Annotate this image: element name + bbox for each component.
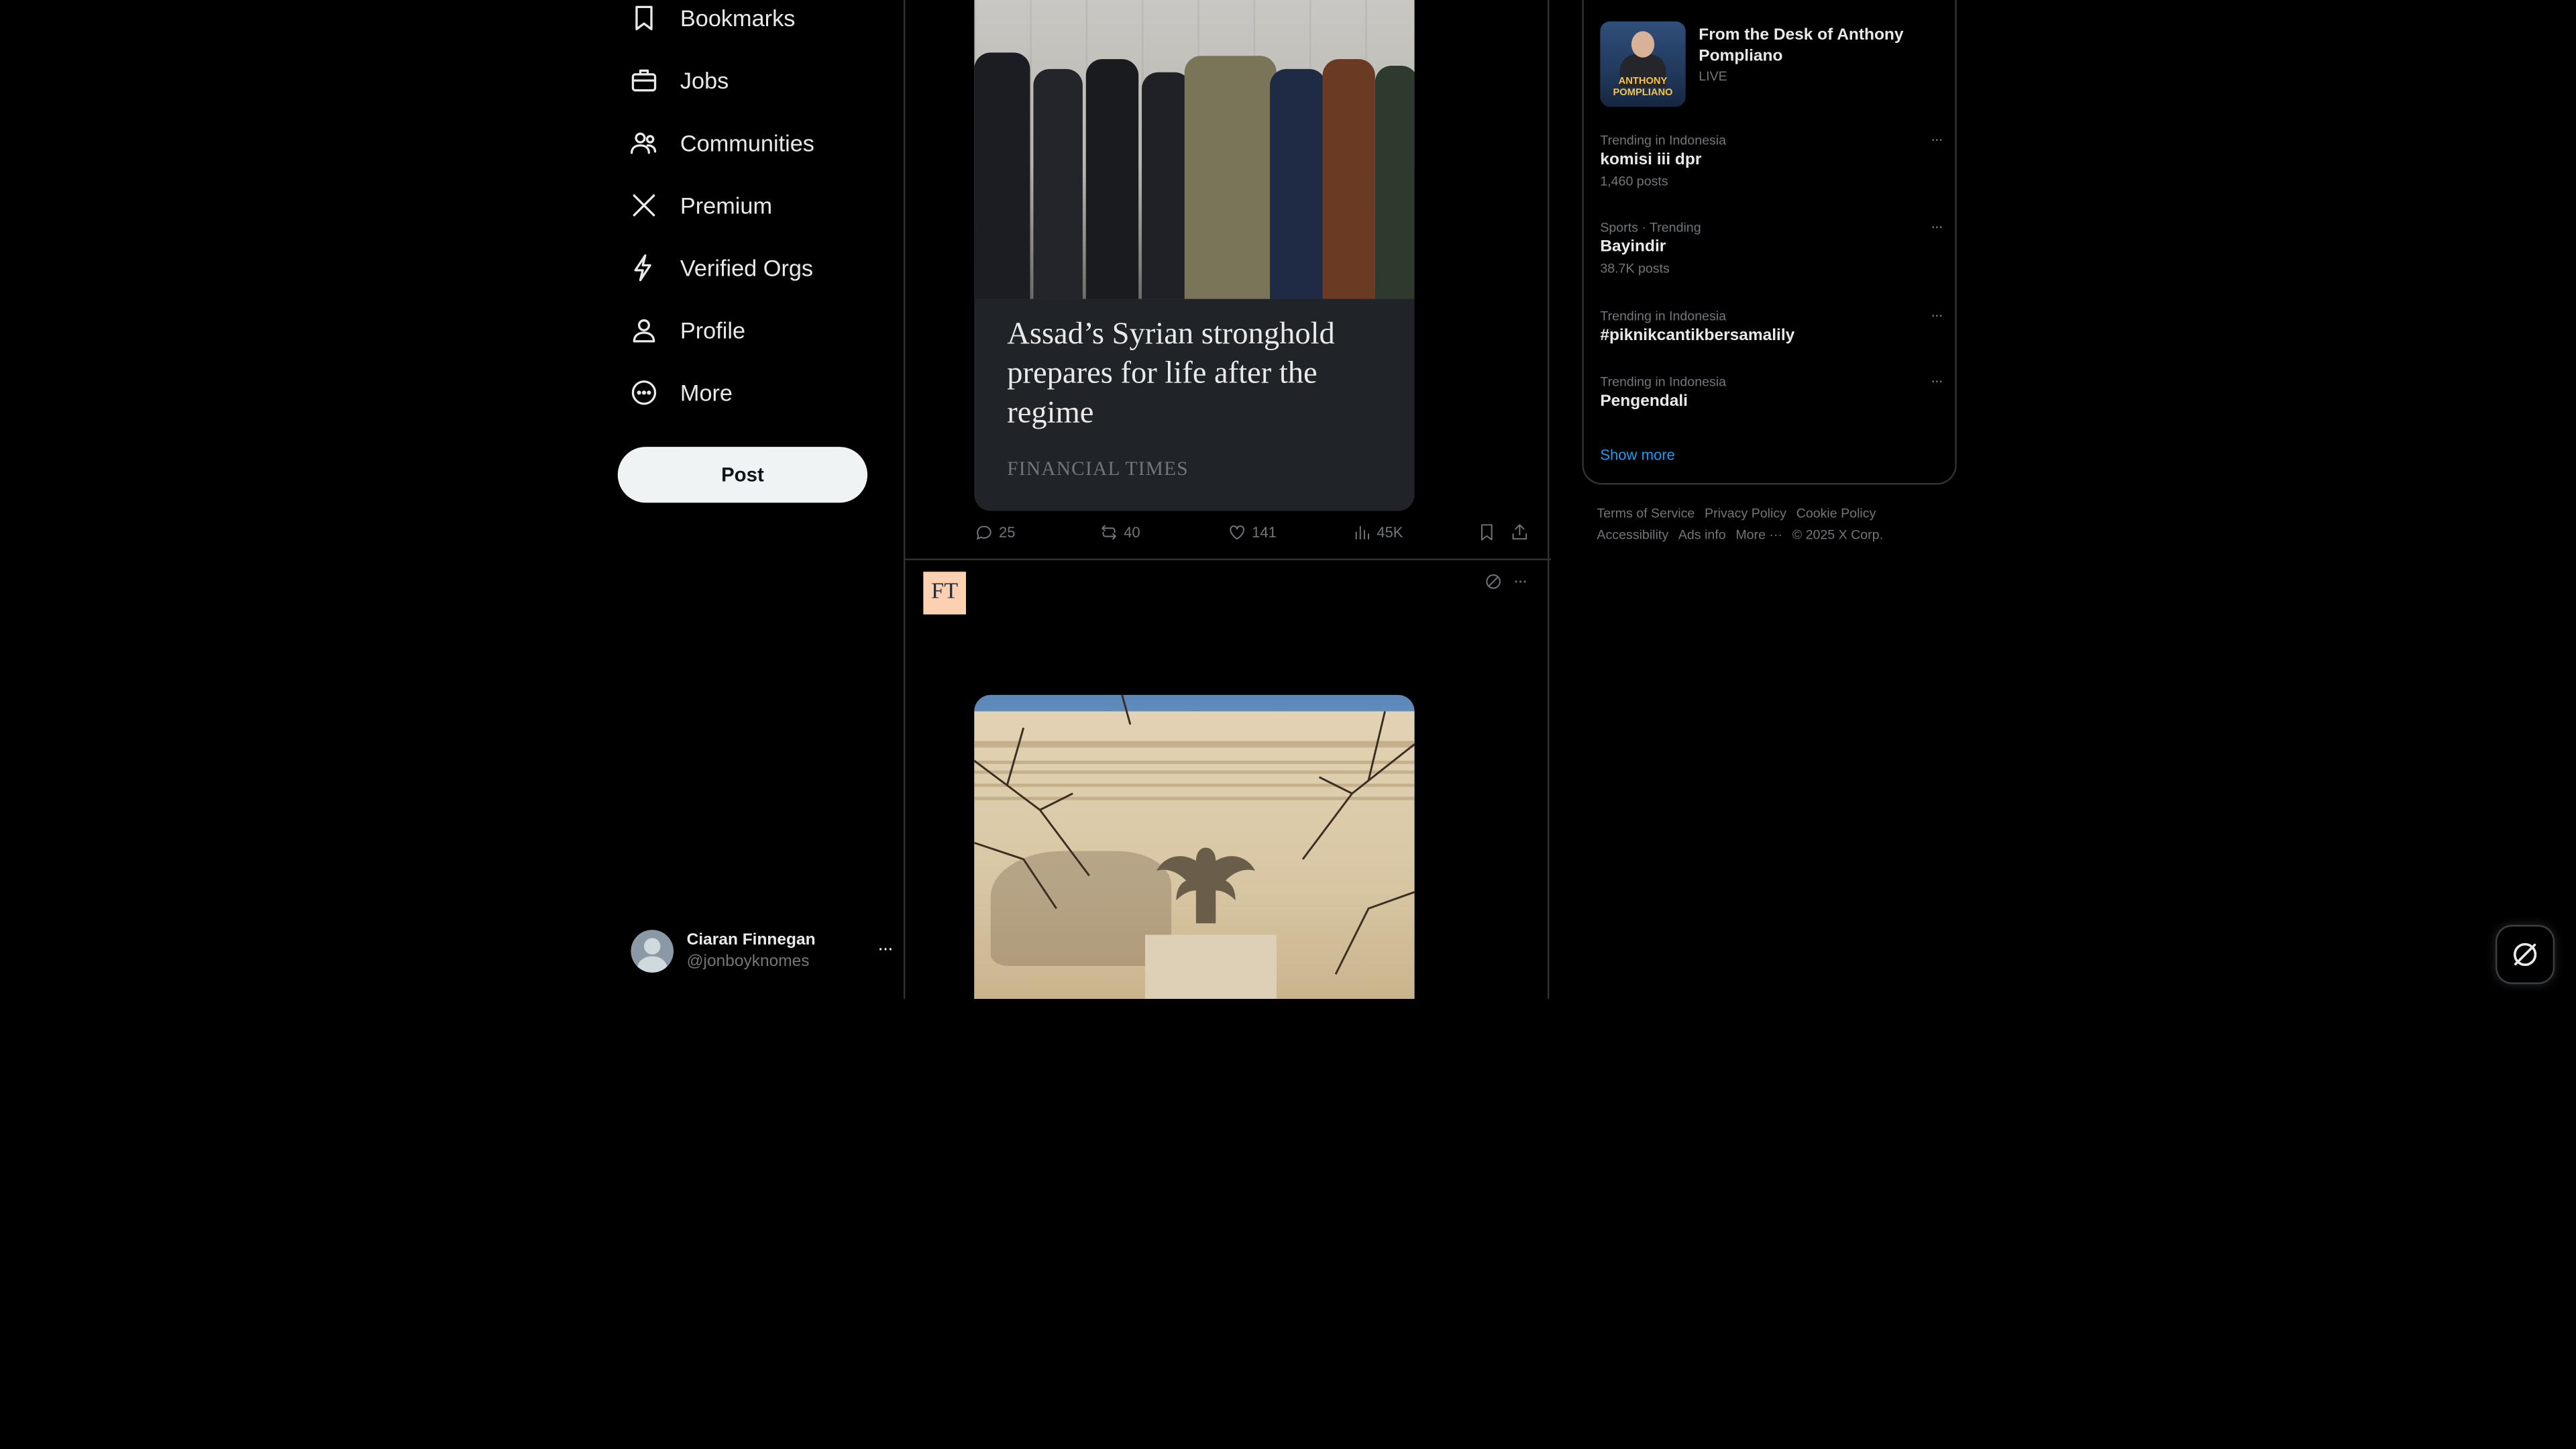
nav-label: Premium <box>680 192 773 219</box>
repost-icon <box>1102 525 1116 540</box>
link-card-title: Assad’s Syrian stronghold prepares for l… <box>1007 317 1335 431</box>
avatar <box>631 930 674 973</box>
x-logo-icon <box>628 189 661 222</box>
account-handle: @jonboyknomes <box>686 953 810 971</box>
article-image <box>974 0 1415 299</box>
nav-item-profile[interactable]: Profile <box>628 309 746 352</box>
nav-label: Bookmarks <box>680 5 796 32</box>
views-icon <box>1355 525 1369 540</box>
link-card-source: FINANCIAL TIMES <box>1007 456 1189 480</box>
reply-button[interactable]: 25 <box>974 523 1016 542</box>
nav-item-more[interactable]: More <box>628 371 733 414</box>
briefcase-icon <box>628 64 661 97</box>
account-name: Ciaran Finnegan <box>686 931 816 950</box>
heart-icon <box>1230 525 1244 540</box>
nav-label: More <box>680 379 733 406</box>
live-space-item[interactable]: ANTHONY POMPLIANO From the Desk of Antho… <box>1600 21 1945 110</box>
trend-count: 38.7K posts <box>1600 261 1670 276</box>
trend-item[interactable]: Trending in Indonesia Pengendali ··· <box>1600 373 1945 414</box>
link-card[interactable]: Assad’s Syrian stronghold prepares for l… <box>974 0 1415 511</box>
post-button[interactable]: Post <box>617 447 868 503</box>
trend-context: Sports · Trending <box>1600 220 1701 235</box>
share-button[interactable] <box>1510 523 1535 542</box>
trend-more-icon[interactable]: ··· <box>1931 307 1944 325</box>
like-count: 141 <box>1252 524 1277 541</box>
account-switcher[interactable]: Ciaran Finnegan @jonboyknomes ··· <box>631 926 894 975</box>
post-tools: ··· <box>1483 572 1528 592</box>
nav-item-communities[interactable]: Communities <box>628 121 814 164</box>
trend-title: #piknikcantikbersamalily <box>1600 327 1795 345</box>
repost-count: 40 <box>1124 524 1140 541</box>
trend-item[interactable]: Sports · Trending Bayindir 38.7K posts ·… <box>1600 219 1945 280</box>
nav-label: Verified Orgs <box>680 254 814 281</box>
post-actions: 25 40 141 45K <box>974 523 1527 545</box>
nav-item-jobs[interactable]: Jobs <box>628 59 729 102</box>
show-more-link[interactable]: Show more <box>1600 447 1675 463</box>
live-thumbnail: ANTHONY POMPLIANO <box>1600 21 1686 107</box>
thumb-text-1: ANTHONY <box>1618 77 1668 87</box>
post-image[interactable] <box>974 694 1415 999</box>
trend-context: Trending in Indonesia <box>1600 374 1727 390</box>
grok-icon[interactable] <box>1483 572 1503 591</box>
like-button[interactable]: 141 <box>1227 523 1277 542</box>
trend-count: 1,460 posts <box>1600 174 1668 189</box>
main-feed: Assad’s Syrian stronghold prepares for l… <box>903 0 1551 999</box>
grok-button[interactable] <box>2496 924 2555 984</box>
footer-link-ads-info[interactable]: Ads info <box>1678 527 1726 542</box>
trend-context: Trending in Indonesia <box>1600 309 1727 324</box>
nav-item-bookmarks[interactable]: Bookmarks <box>628 0 796 40</box>
bookmark-icon <box>1481 524 1493 541</box>
trend-title: Pengendali <box>1600 392 1688 411</box>
person-icon <box>628 314 661 347</box>
footer-link-privacy[interactable]: Privacy Policy <box>1705 506 1786 521</box>
footer-links: Terms of Service Privacy Policy Cookie Pol… <box>1597 502 1958 545</box>
reply-icon <box>977 525 991 540</box>
live-status: LIVE <box>1699 68 1727 84</box>
footer-link-accessibility[interactable]: Accessibility <box>1597 527 1668 542</box>
trend-more-icon[interactable]: ··· <box>1931 373 1944 391</box>
bookmark-button[interactable] <box>1477 523 1502 542</box>
copyright: © 2025 X Corp. <box>1792 527 1884 543</box>
trends-panel: ANTHONY POMPLIANO From the Desk of Antho… <box>1582 0 1957 485</box>
thumb-text-2: POMPLIANO <box>1613 89 1673 99</box>
live-title: From the Desk of Anthony Pompliano <box>1699 26 1904 66</box>
nav-item-premium[interactable]: Premium <box>628 184 773 227</box>
trend-item[interactable]: Trending in Indonesia komisi iii dpr 1,4… <box>1600 131 1945 193</box>
communities-icon <box>628 127 661 160</box>
post-divider <box>905 558 1551 561</box>
account-more-icon[interactable]: ··· <box>877 936 894 959</box>
trend-item[interactable]: Trending in Indonesia #piknikcantikbersa… <box>1600 307 1945 348</box>
share-icon <box>1512 524 1527 540</box>
footer-link-cookies[interactable]: Cookie Policy <box>1796 506 1876 521</box>
reply-count: 25 <box>998 524 1016 541</box>
repost-button[interactable]: 40 <box>1099 523 1140 542</box>
views-button[interactable]: 45K <box>1352 523 1403 542</box>
footer-link-terms[interactable]: Terms of Service <box>1597 506 1695 521</box>
post-more-icon[interactable]: ··· <box>1513 572 1528 591</box>
nav-label: Communities <box>680 129 814 156</box>
ft-avatar[interactable]: FT <box>923 572 967 614</box>
link-card-body: Assad’s Syrian stronghold prepares for l… <box>974 299 1415 511</box>
trend-title: komisi iii dpr <box>1600 151 1702 170</box>
footer-link-more[interactable]: More ··· <box>1735 527 1782 542</box>
grok-icon <box>2513 943 2537 967</box>
trend-title: Bayindir <box>1600 238 1666 257</box>
account-info: Ciaran Finnegan @jonboyknomes <box>687 930 816 973</box>
view-count: 45K <box>1377 524 1403 541</box>
trend-context: Trending in Indonesia <box>1600 133 1727 148</box>
lightning-icon <box>628 252 661 284</box>
nav-label: Jobs <box>680 67 729 94</box>
nav-item-verified-orgs[interactable]: Verified Orgs <box>628 246 814 289</box>
trend-more-icon[interactable]: ··· <box>1931 131 1944 150</box>
app-root: Bookmarks Jobs Communities Premium Verif… <box>0 0 2576 999</box>
trend-more-icon[interactable]: ··· <box>1931 219 1944 237</box>
bookmark-icon <box>628 1 661 34</box>
more-circle-icon <box>628 376 661 409</box>
tree-branches <box>974 694 1415 975</box>
nav-label: Profile <box>680 317 746 343</box>
